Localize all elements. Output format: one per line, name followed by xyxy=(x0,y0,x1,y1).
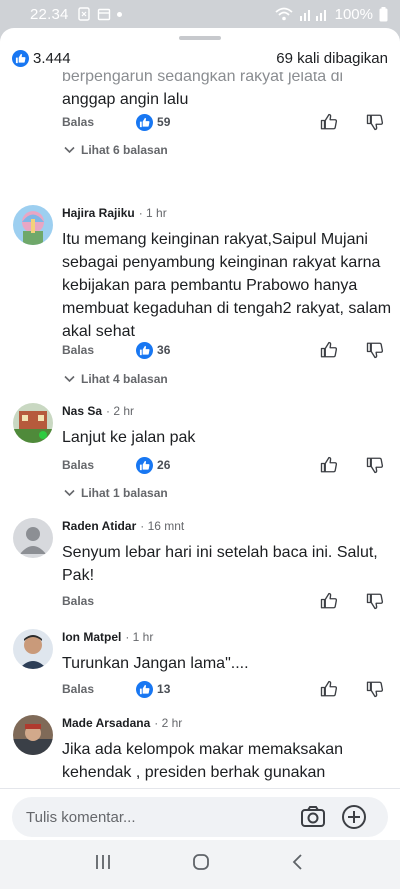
view-replies-link[interactable]: Lihat 6 balasan xyxy=(64,143,168,157)
thumbs-up-icon[interactable] xyxy=(320,680,338,701)
thumbs-down-icon[interactable] xyxy=(366,113,384,134)
truncated-line: berpengaruh sedangkan rakyat jelata di xyxy=(62,72,344,85)
truncated-comment-text: berpengaruh sedangkan rakyat jelata di a… xyxy=(62,72,392,111)
plus-icon[interactable] xyxy=(340,795,368,844)
wifi-icon xyxy=(275,7,293,21)
comment-header: Nas Sa · 2 hr xyxy=(62,404,134,418)
notification-icons xyxy=(77,7,122,21)
thumbs-down-icon[interactable] xyxy=(366,341,384,362)
view-replies-label: Lihat 1 balasan xyxy=(81,486,168,500)
comment-list[interactable]: berpengaruh sedangkan rakyat jelata di a… xyxy=(0,72,400,788)
battery-icon xyxy=(379,6,388,21)
like-icon xyxy=(136,113,154,131)
thumbs-down-icon[interactable] xyxy=(366,680,384,701)
home-icon[interactable] xyxy=(191,852,211,877)
view-replies-label: Lihat 6 balasan xyxy=(81,143,168,157)
commenter-name[interactable]: Nas Sa xyxy=(62,404,102,418)
like-count: 36 xyxy=(157,343,171,357)
status-bar: 22.34 100% xyxy=(0,0,400,28)
like-icon xyxy=(136,341,154,359)
status-time: 22.34 xyxy=(30,5,69,23)
recents-icon[interactable] xyxy=(94,853,112,876)
commenter-name[interactable]: Made Arsadana xyxy=(62,716,150,730)
avatar[interactable] xyxy=(13,205,53,245)
reply-button[interactable]: Balas xyxy=(62,682,94,696)
avatar[interactable] xyxy=(13,403,53,443)
avatar[interactable] xyxy=(13,629,53,669)
thumbs-down-icon[interactable] xyxy=(366,592,384,613)
thumbs-up-icon[interactable] xyxy=(320,592,338,613)
comment-time: · 1 hr xyxy=(125,630,154,644)
comment-actions: Balas 13 xyxy=(62,679,390,699)
comment-composer: Tulis komentar... xyxy=(0,788,400,840)
view-replies-link[interactable]: Lihat 4 balasan xyxy=(64,372,168,386)
comment-header: Hajira Rajiku · 1 hr xyxy=(62,206,167,220)
comment-input-placeholder: Tulis komentar... xyxy=(26,808,136,826)
reaction-count[interactable]: 3.444 xyxy=(33,50,71,67)
calendar-icon xyxy=(97,8,110,21)
comment-text: Jika ada kelompok makar memaksakan kehen… xyxy=(62,741,364,788)
commenter-name[interactable]: Hajira Rajiku xyxy=(62,206,135,220)
commenter-name[interactable]: Raden Atidar xyxy=(62,519,136,533)
comment-header: Made Arsadana · 2 hr xyxy=(62,716,182,730)
chevron-down-icon xyxy=(64,146,75,154)
like-count: 59 xyxy=(157,115,171,129)
comment-actions: Balas 26 xyxy=(62,455,390,475)
comment-input[interactable]: Tulis komentar... xyxy=(12,797,388,837)
comment-actions: Balas 36 xyxy=(62,340,390,360)
avatar[interactable] xyxy=(13,518,53,558)
comment-text: Turunkan Jangan lama".... xyxy=(62,655,249,672)
comment-actions: Balas 59 xyxy=(62,112,390,132)
truncated-line: anggap angin lalu xyxy=(62,91,189,108)
view-replies-link[interactable]: Lihat 1 balasan xyxy=(64,486,168,500)
like-count: 13 xyxy=(157,682,171,696)
chevron-down-icon xyxy=(64,375,75,383)
comment-time: · 2 hr xyxy=(154,716,183,730)
commenter-name[interactable]: Ion Matpel xyxy=(62,630,121,644)
reply-button[interactable]: Balas xyxy=(62,343,94,357)
like-icon xyxy=(12,49,29,67)
comment-actions: Balas xyxy=(62,591,390,611)
system-nav-bar xyxy=(0,840,400,889)
thumbs-down-icon[interactable] xyxy=(366,456,384,477)
reactions-header: 3.444 69 kali dibagikan xyxy=(0,44,400,72)
back-icon[interactable] xyxy=(290,852,306,877)
reply-button[interactable]: Balas xyxy=(62,458,94,472)
like-icon xyxy=(136,456,154,474)
battery-percent: 100% xyxy=(334,5,373,23)
thumbs-up-icon[interactable] xyxy=(320,456,338,477)
reaction-summary[interactable]: 26 xyxy=(136,456,171,474)
reply-button[interactable]: Balas xyxy=(62,594,94,608)
comment-time: · 2 hr xyxy=(106,404,135,418)
comment-text: Lanjut ke jalan pak xyxy=(62,429,196,446)
comment-time: · 1 hr xyxy=(138,206,167,220)
thumbs-up-icon[interactable] xyxy=(320,113,338,134)
like-icon xyxy=(136,680,154,698)
view-replies-label: Lihat 4 balasan xyxy=(81,372,168,386)
sim-icon xyxy=(77,7,90,21)
chevron-down-icon xyxy=(64,489,75,497)
comment-time: · 16 mnt xyxy=(140,519,185,533)
reply-button[interactable]: Balas xyxy=(62,115,94,129)
signal-icon xyxy=(299,9,326,21)
comment-header: Ion Matpel · 1 hr xyxy=(62,630,153,644)
share-count[interactable]: 69 kali dibagikan xyxy=(276,50,388,67)
sheet-drag-handle[interactable] xyxy=(179,36,221,40)
comment-text: Senyum lebar hari ini setelah baca ini. … xyxy=(62,544,378,584)
comment-text: Itu memang keinginan rakyat,Saipul Mujan… xyxy=(62,231,392,340)
like-count: 26 xyxy=(157,458,171,472)
comments-sheet: 3.444 69 kali dibagikan berpengaruh seda… xyxy=(0,28,400,889)
thumbs-up-icon[interactable] xyxy=(320,341,338,362)
notification-dot xyxy=(116,11,122,17)
reaction-summary[interactable]: 36 xyxy=(136,341,171,359)
reaction-summary[interactable]: 13 xyxy=(136,680,171,698)
reaction-summary[interactable]: 59 xyxy=(136,113,171,131)
avatar[interactable] xyxy=(13,715,53,755)
camera-icon[interactable] xyxy=(300,797,326,842)
comment-header: Raden Atidar · 16 mnt xyxy=(62,519,184,533)
